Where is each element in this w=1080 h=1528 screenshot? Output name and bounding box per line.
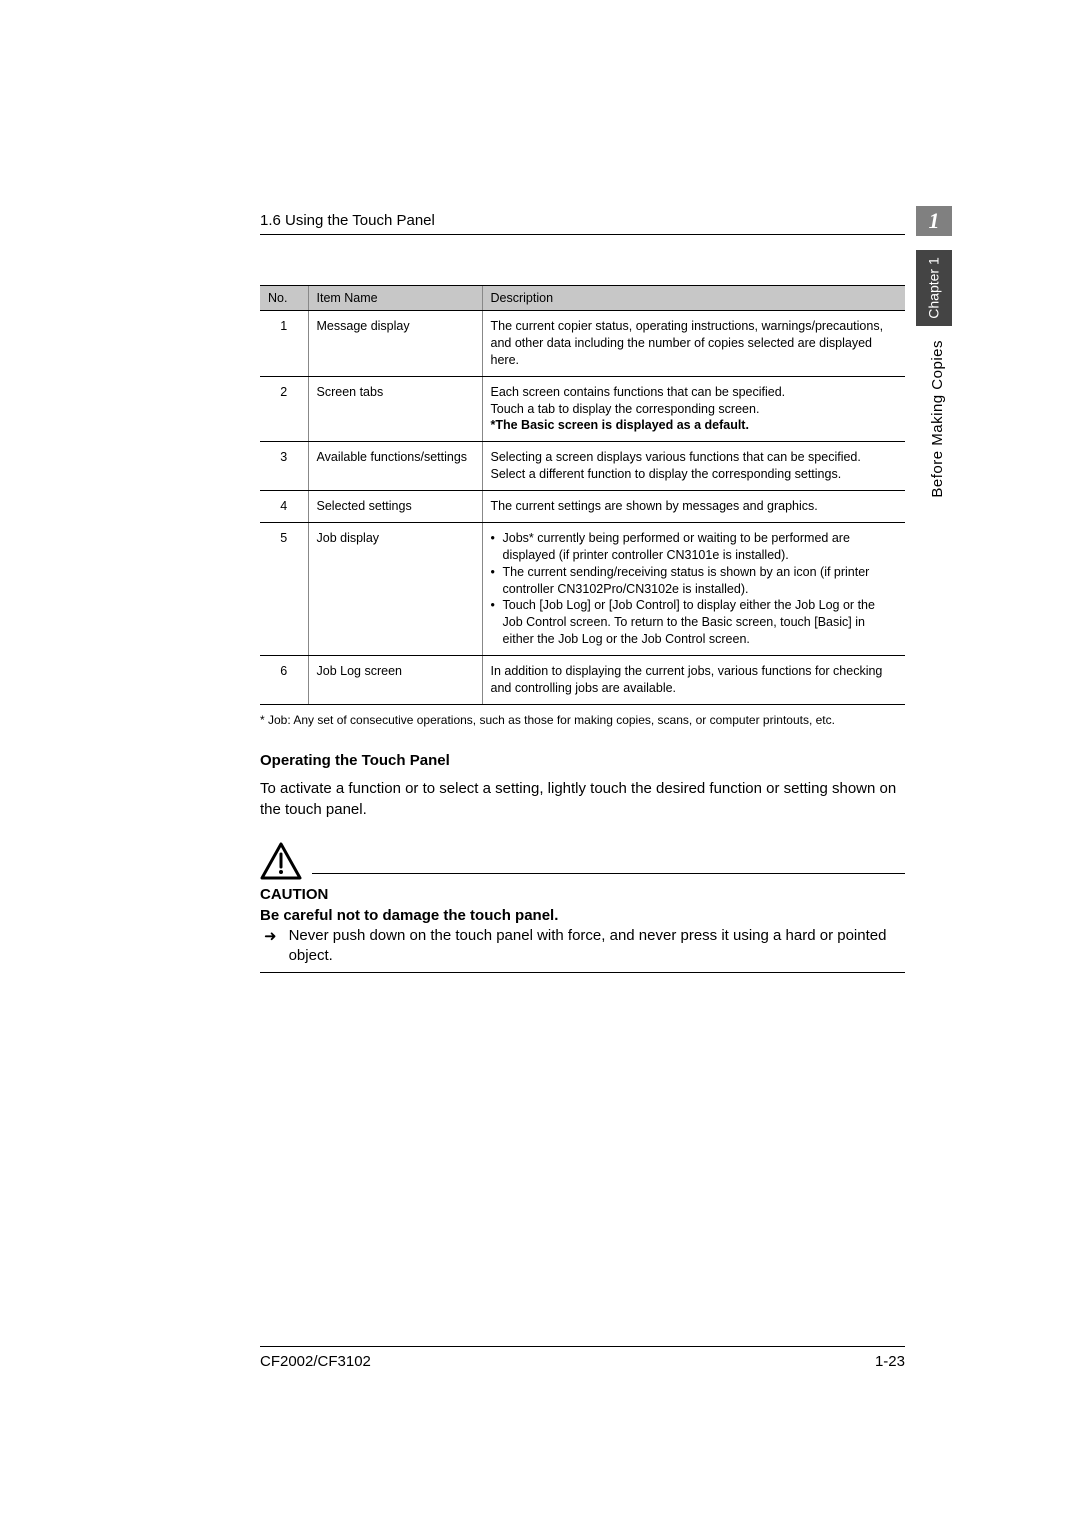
table-row: 6 Job Log screen In addition to displayi… xyxy=(260,656,905,705)
column-header-no: No. xyxy=(260,286,308,311)
column-header-name: Item Name xyxy=(308,286,482,311)
table-row: 5 Job display Jobs* currently being perf… xyxy=(260,522,905,655)
column-header-desc: Description xyxy=(482,286,905,311)
cell-no: 1 xyxy=(260,311,308,377)
arrow-icon: ➜ xyxy=(264,926,277,967)
cell-desc: Jobs* currently being performed or waiti… xyxy=(482,522,905,655)
list-item: Touch [Job Log] or [Job Control] to disp… xyxy=(491,597,898,648)
cell-no: 2 xyxy=(260,376,308,442)
cell-desc: In addition to displaying the current jo… xyxy=(482,656,905,705)
divider xyxy=(312,873,905,874)
footer-model: CF2002/CF3102 xyxy=(260,1353,371,1370)
list-item: The current sending/receiving status is … xyxy=(491,564,898,598)
caution-text: Never push down on the touch panel with … xyxy=(289,926,905,967)
cell-desc: Selecting a screen displays various func… xyxy=(482,442,905,491)
list-item: Jobs* currently being performed or waiti… xyxy=(491,530,898,564)
cell-no: 5 xyxy=(260,522,308,655)
footer-page-number: 1-23 xyxy=(875,1353,905,1370)
table-row: 1 Message display The current copier sta… xyxy=(260,311,905,377)
page-footer: CF2002/CF3102 1-23 xyxy=(260,1346,905,1370)
cell-name: Job display xyxy=(308,522,482,655)
table-row: 2 Screen tabs Each screen contains funct… xyxy=(260,376,905,442)
cell-desc: Each screen contains functions that can … xyxy=(482,376,905,442)
cell-no: 4 xyxy=(260,491,308,523)
warning-triangle-icon xyxy=(260,842,302,880)
divider xyxy=(260,972,905,973)
caution-subtitle: Be careful not to damage the touch panel… xyxy=(260,907,905,924)
cell-desc: The current settings are shown by messag… xyxy=(482,491,905,523)
table-footnote: * Job: Any set of consecutive operations… xyxy=(260,713,905,729)
subsection-heading: Operating the Touch Panel xyxy=(260,752,905,769)
cell-name: Screen tabs xyxy=(308,376,482,442)
body-paragraph: To activate a function or to select a se… xyxy=(260,779,905,820)
cell-name: Available functions/settings xyxy=(308,442,482,491)
cell-name: Job Log screen xyxy=(308,656,482,705)
caution-item: ➜ Never push down on the touch panel wit… xyxy=(260,926,905,967)
cell-name: Message display xyxy=(308,311,482,377)
table-row: 4 Selected settings The current settings… xyxy=(260,491,905,523)
cell-no: 3 xyxy=(260,442,308,491)
caution-block: CAUTION Be careful not to damage the tou… xyxy=(260,842,905,974)
page-header: 1.6 Using the Touch Panel xyxy=(260,212,905,235)
caution-title: CAUTION xyxy=(260,886,905,903)
cell-name: Selected settings xyxy=(308,491,482,523)
table-row: 3 Available functions/settings Selecting… xyxy=(260,442,905,491)
cell-desc: The current copier status, operating ins… xyxy=(482,311,905,377)
touch-panel-items-table: No. Item Name Description 1 Message disp… xyxy=(260,285,905,705)
section-title: 1.6 Using the Touch Panel xyxy=(260,212,435,229)
cell-no: 6 xyxy=(260,656,308,705)
